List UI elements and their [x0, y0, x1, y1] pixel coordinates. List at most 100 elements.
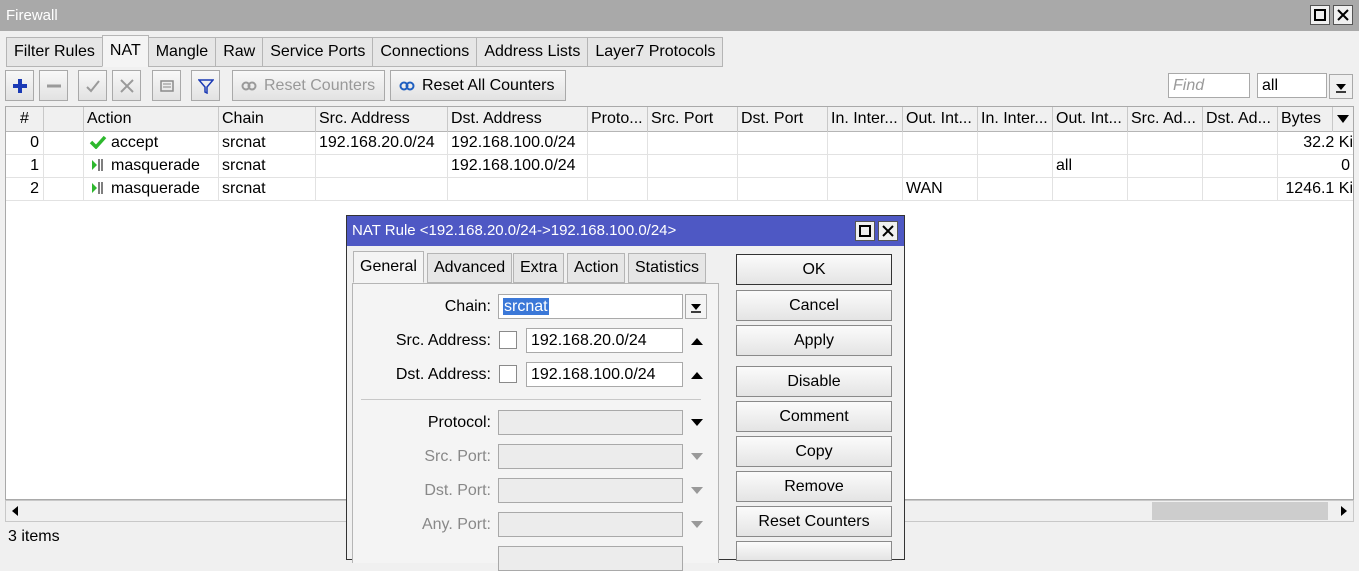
- row-out-interface: WAN: [903, 178, 978, 201]
- dst-port-dropdown-button[interactable]: [686, 478, 708, 503]
- dialog-tab-action[interactable]: Action: [567, 253, 626, 283]
- col-src-address-list[interactable]: Src. Ad...: [1128, 107, 1203, 132]
- check-icon: [85, 79, 100, 92]
- copy-button[interactable]: Copy: [736, 436, 892, 467]
- dst-address-collapse-button[interactable]: [686, 362, 708, 387]
- filter-select[interactable]: all: [1257, 73, 1327, 98]
- col-action[interactable]: Action: [84, 107, 219, 132]
- col-dst-port[interactable]: Dst. Port: [738, 107, 828, 132]
- protocol-field[interactable]: [498, 410, 683, 435]
- col-flags[interactable]: [44, 107, 84, 132]
- tab-address-lists[interactable]: Address Lists: [476, 37, 589, 67]
- cancel-button[interactable]: Cancel: [736, 290, 892, 321]
- disable-rule-button[interactable]: Disable: [736, 366, 892, 397]
- dialog-close-button[interactable]: [878, 221, 898, 241]
- dialog-maximize-button[interactable]: [855, 221, 875, 241]
- reset-all-counters-button[interactable]: Reset All Counters: [390, 70, 566, 101]
- close-button[interactable]: [1333, 5, 1353, 25]
- general-panel: Chain: srcnat Src. Address: 192.168.20.0…: [352, 283, 719, 571]
- filter-dropdown-button[interactable]: [1329, 74, 1353, 99]
- columns-menu-button[interactable]: [1333, 107, 1353, 132]
- tab-layer7-protocols[interactable]: Layer7 Protocols: [587, 37, 724, 67]
- tab-service-ports[interactable]: Service Ports: [262, 37, 374, 67]
- any-port-dropdown-button[interactable]: [686, 512, 708, 537]
- enable-button[interactable]: [78, 70, 107, 101]
- minus-icon: [46, 84, 61, 87]
- col-bytes[interactable]: Bytes: [1278, 107, 1333, 132]
- window-titlebar[interactable]: Firewall: [0, 0, 1359, 31]
- row-chain: srcnat: [219, 178, 316, 201]
- dialog-tab-general[interactable]: General: [353, 251, 424, 283]
- col-in-interface-list[interactable]: In. Inter...: [978, 107, 1053, 132]
- ok-button[interactable]: OK: [736, 254, 892, 285]
- chain-value: srcnat: [503, 298, 549, 315]
- row-out-interface: [903, 155, 978, 178]
- any-port-field[interactable]: [498, 512, 683, 537]
- src-address-collapse-button[interactable]: [686, 328, 708, 353]
- tab-connections[interactable]: Connections: [372, 37, 478, 67]
- triangle-up-icon: [691, 337, 703, 345]
- col-dst-address-list[interactable]: Dst. Ad...: [1203, 107, 1278, 132]
- check-icon: [89, 135, 107, 150]
- dialog-tab-extra[interactable]: Extra: [513, 253, 565, 283]
- row-src-address: [316, 178, 448, 201]
- tab-mangle[interactable]: Mangle: [147, 37, 217, 67]
- dialog-tab-advanced[interactable]: Advanced: [427, 253, 513, 283]
- dst-address-invert-checkbox[interactable]: [499, 365, 517, 383]
- triangle-down-icon: [691, 486, 703, 494]
- row-bytes: 0: [1278, 155, 1353, 178]
- col-src-port[interactable]: Src. Port: [648, 107, 738, 132]
- tab-filter-rules[interactable]: Filter Rules: [6, 37, 103, 67]
- row-dst-address: 192.168.100.0/24: [448, 132, 588, 155]
- tab-nat[interactable]: NAT: [101, 35, 149, 67]
- next-field[interactable]: [498, 546, 683, 571]
- row-action: masquerade: [84, 178, 219, 201]
- remove-rule-button[interactable]: Remove: [736, 471, 892, 502]
- col-number[interactable]: #: [6, 107, 44, 132]
- col-out-interface[interactable]: Out. Int...: [903, 107, 978, 132]
- dialog-titlebar[interactable]: NAT Rule <192.168.20.0/24->192.168.100.0…: [347, 216, 904, 246]
- reset-all-counters-rule-button[interactable]: [736, 541, 892, 561]
- protocol-dropdown-button[interactable]: [686, 410, 708, 435]
- find-input[interactable]: Find: [1168, 73, 1250, 98]
- scrollbar-thumb[interactable]: [1152, 502, 1328, 520]
- remove-button[interactable]: [39, 70, 68, 101]
- add-button[interactable]: [5, 70, 34, 101]
- table-row[interactable]: 1 masquerade srcnat 192.168.100.0/24 all…: [6, 155, 1353, 178]
- dialog-title: NAT Rule <192.168.20.0/24->192.168.100.0…: [352, 222, 677, 239]
- filter-button[interactable]: [191, 70, 220, 101]
- src-port-field[interactable]: [498, 444, 683, 469]
- reset-counters-rule-button[interactable]: Reset Counters: [736, 506, 892, 537]
- maximize-icon: [859, 225, 871, 237]
- maximize-button[interactable]: [1310, 5, 1330, 25]
- col-in-interface[interactable]: In. Inter...: [828, 107, 903, 132]
- src-address-field[interactable]: 192.168.20.0/24: [526, 328, 683, 353]
- dst-port-field[interactable]: [498, 478, 683, 503]
- src-address-invert-checkbox[interactable]: [499, 331, 517, 349]
- col-chain[interactable]: Chain: [219, 107, 316, 132]
- col-protocol[interactable]: Proto...: [588, 107, 648, 132]
- table-row[interactable]: 2 masquerade srcnat WAN 1246.1 Ki: [6, 178, 1353, 201]
- comment-rule-button[interactable]: Comment: [736, 401, 892, 432]
- col-out-interface-list[interactable]: Out. Int...: [1053, 107, 1128, 132]
- src-port-dropdown-button[interactable]: [686, 444, 708, 469]
- triangle-down-icon: [691, 418, 703, 426]
- window-title: Firewall: [6, 7, 58, 24]
- col-src-address[interactable]: Src. Address: [316, 107, 448, 132]
- table-row[interactable]: 0 accept srcnat 192.168.20.0/24 192.168.…: [6, 132, 1353, 155]
- reset-counters-button[interactable]: Reset Counters: [232, 70, 385, 101]
- scroll-left-icon[interactable]: [10, 505, 20, 517]
- close-icon: [882, 225, 894, 237]
- row-flags: [44, 155, 84, 178]
- dialog-tab-statistics[interactable]: Statistics: [628, 253, 707, 283]
- col-dst-address[interactable]: Dst. Address: [448, 107, 588, 132]
- scroll-right-icon[interactable]: [1339, 505, 1349, 517]
- tab-raw[interactable]: Raw: [215, 37, 264, 67]
- disable-button[interactable]: [112, 70, 141, 101]
- dst-address-field[interactable]: 192.168.100.0/24: [526, 362, 683, 387]
- chain-field[interactable]: srcnat: [498, 294, 683, 319]
- comment-button[interactable]: [152, 70, 181, 101]
- reset-all-counters-icon: [399, 81, 415, 90]
- chain-dropdown-button[interactable]: [685, 294, 707, 319]
- apply-button[interactable]: Apply: [736, 325, 892, 356]
